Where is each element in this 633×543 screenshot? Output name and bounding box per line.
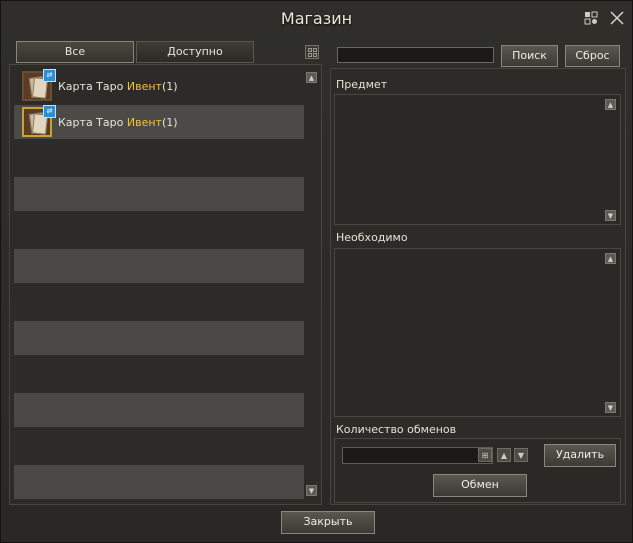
exchange-button[interactable]: Обмен [433, 474, 527, 497]
item-label: Карта Таро Ивент(1) [58, 115, 178, 129]
empty-slot [14, 177, 304, 211]
shop-window: Магазин Все Доступно ⇄ Карта Таро Ивент(… [0, 0, 633, 543]
item-list: ⇄ Карта Таро Ивент(1) ⇄ Карта Таро Ивент… [14, 69, 304, 499]
empty-slot [14, 321, 304, 355]
tarot-card-icon: ⇄ [22, 69, 56, 101]
delete-button[interactable]: Удалить [544, 444, 616, 467]
required-section-label: Необходимо [336, 231, 408, 244]
scroll-down-button[interactable]: ▼ [605, 210, 616, 221]
settings-icon[interactable] [582, 9, 600, 27]
item-box: ▲ ▼ [334, 94, 621, 225]
close-button[interactable]: Закрыть [281, 511, 375, 534]
scroll-up-button[interactable]: ▲ [605, 253, 616, 264]
scroll-down-button[interactable]: ▼ [306, 485, 317, 496]
calculator-icon[interactable]: ⊞ [478, 448, 492, 462]
item-section-label: Предмет [336, 78, 388, 91]
filter-tabs: Все Доступно [16, 41, 254, 63]
tab-all[interactable]: Все [16, 41, 134, 63]
decrease-button[interactable]: ▼ [514, 448, 528, 462]
scroll-up-button[interactable]: ▲ [306, 72, 317, 83]
window-title: Магазин [280, 9, 353, 28]
scroll-down-button[interactable]: ▼ [605, 402, 616, 413]
list-item[interactable]: ⇄ Карта Таро Ивент(1) [14, 69, 304, 103]
list-item-selected[interactable]: ⇄ Карта Таро Ивент(1) [14, 105, 304, 139]
item-label: Карта Таро Ивент(1) [58, 79, 178, 93]
tab-available[interactable]: Доступно [136, 41, 254, 63]
empty-slot [14, 249, 304, 283]
increase-button[interactable]: ▲ [497, 448, 511, 462]
search-button[interactable]: Поиск [501, 45, 558, 67]
exchange-icon: ⇄ [43, 105, 56, 118]
empty-slot [14, 393, 304, 427]
reset-button[interactable]: Сброс [565, 45, 620, 67]
item-list-panel: ⇄ Карта Таро Ивент(1) ⇄ Карта Таро Ивент… [9, 64, 322, 505]
scroll-up-button[interactable]: ▲ [605, 99, 616, 110]
grid-view-icon[interactable] [305, 45, 319, 59]
quantity-input[interactable] [342, 447, 493, 464]
required-box: ▲ ▼ [334, 248, 621, 417]
search-input[interactable] [337, 47, 494, 63]
exchange-icon: ⇄ [43, 69, 56, 82]
empty-slot [14, 465, 304, 499]
tarot-card-icon: ⇄ [22, 105, 56, 137]
close-icon[interactable] [608, 9, 626, 27]
exchange-count-label: Количество обменов [336, 423, 457, 436]
